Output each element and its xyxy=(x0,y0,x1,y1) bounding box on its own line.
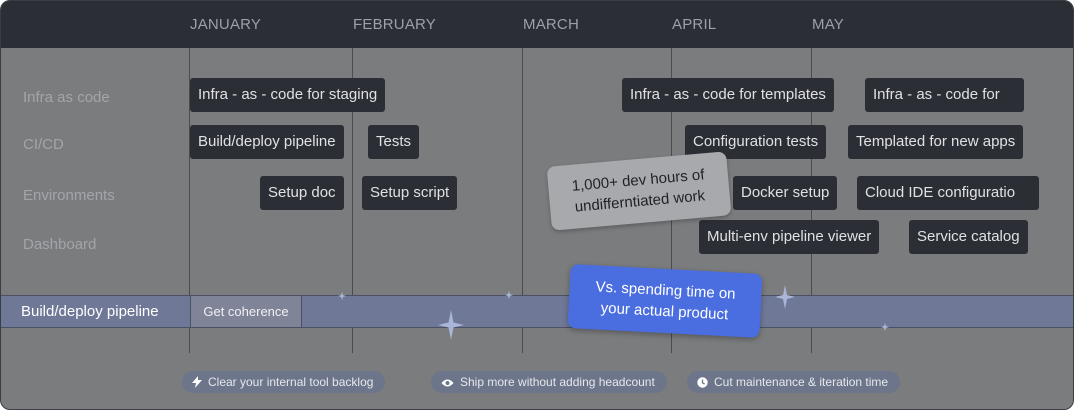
highlight-band xyxy=(1,295,1073,328)
row-label-environments: Environments xyxy=(23,187,115,204)
task-multi-env-pipeline-viewer[interactable]: Multi-env pipeline viewer xyxy=(699,220,880,254)
get-coherence-chip[interactable]: Get coherence xyxy=(190,296,302,327)
task-tests[interactable]: Tests xyxy=(368,125,420,159)
task-docker-setup[interactable]: Docker setup xyxy=(733,176,838,210)
month-march: MARCH xyxy=(523,16,579,33)
month-january: JANUARY xyxy=(190,16,262,33)
task-infra-templates[interactable]: Infra - as - code for templates xyxy=(622,78,834,112)
task-templated-new-apps[interactable]: Templated for new apps xyxy=(848,125,1024,159)
benefit-pill-headcount: Ship more without adding headcount xyxy=(431,371,667,393)
actual-product-note: Vs. spending time on your actual product xyxy=(567,264,763,338)
lightning-icon xyxy=(192,376,202,388)
task-infra-for[interactable]: Infra - as - code for xyxy=(865,78,1024,112)
sparkle-icon xyxy=(438,310,464,340)
sparkle-icon xyxy=(338,292,346,300)
task-cloud-ide-configuration[interactable]: Cloud IDE configuratio xyxy=(857,176,1039,210)
benefit-label: Ship more without adding headcount xyxy=(460,375,655,389)
benefit-pill-maintenance: Cut maintenance & iteration time xyxy=(687,371,901,393)
task-build-deploy-pipeline[interactable]: Build/deploy pipeline xyxy=(190,125,344,159)
month-february: FEBRUARY xyxy=(353,16,437,33)
sparkle-icon xyxy=(881,323,889,331)
highlight-row-label: Build/deploy pipeline xyxy=(21,303,159,320)
row-label-dashboard: Dashboard xyxy=(23,236,97,253)
benefit-label: Clear your internal tool backlog xyxy=(208,375,374,389)
month-header: JANUARY FEBRUARY MARCH APRIL MAY xyxy=(1,1,1073,48)
task-service-catalog[interactable]: Service catalog xyxy=(909,220,1028,254)
row-label-ci-cd: CI/CD xyxy=(23,136,64,153)
month-may: MAY xyxy=(812,16,844,33)
sparkle-icon xyxy=(775,285,795,309)
benefit-label: Cut maintenance & iteration time xyxy=(714,375,889,389)
task-setup-script[interactable]: Setup script xyxy=(362,176,458,210)
roadmap-panel: JANUARY FEBRUARY MARCH APRIL MAY Infra a… xyxy=(0,0,1074,410)
task-infra-staging[interactable]: Infra - as - code for staging xyxy=(190,78,386,112)
task-setup-doc[interactable]: Setup doc xyxy=(260,176,344,210)
dev-hours-note: 1,000+ dev hours of undifferntiated work xyxy=(546,151,732,231)
month-april: APRIL xyxy=(672,16,717,33)
row-label-infra-as-code: Infra as code xyxy=(23,89,110,106)
eye-icon xyxy=(441,379,454,387)
sparkle-icon xyxy=(505,291,513,299)
benefit-pill-backlog: Clear your internal tool backlog xyxy=(182,371,386,393)
clock-icon xyxy=(697,377,708,388)
